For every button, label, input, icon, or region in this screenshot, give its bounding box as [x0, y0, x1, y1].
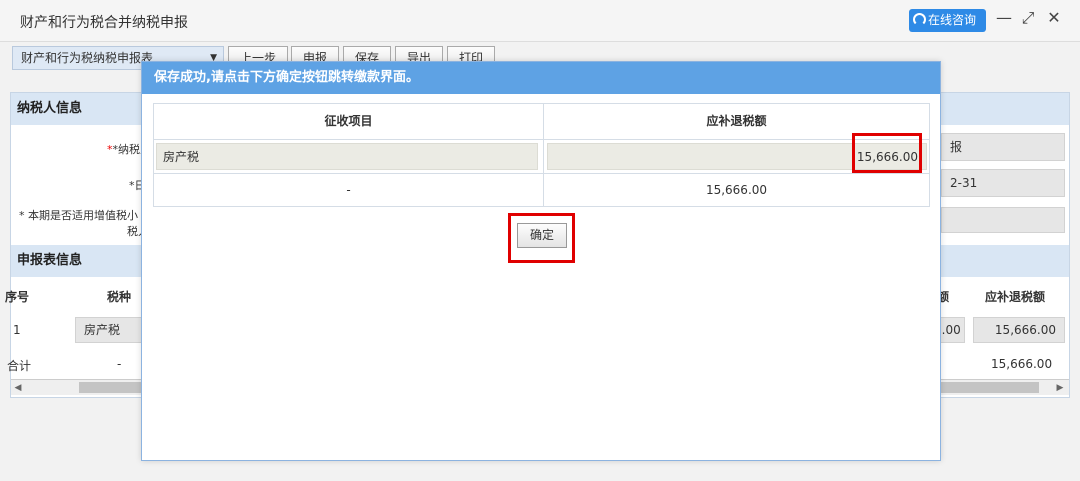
- vat-small-taxpayer-label: * 本期是否适用增值税小: [19, 209, 138, 222]
- confirm-highlight-box: [508, 213, 575, 263]
- form-type-select-value: 财产和行为税纳税申报表: [21, 51, 154, 65]
- column-seq: 序号: [5, 290, 30, 304]
- taxpayer-field: 报: [941, 133, 1065, 161]
- column-tax-type: 税种: [107, 290, 132, 304]
- row1-tax-type: 房产税: [75, 317, 143, 343]
- save-success-dialog: 保存成功,请点击下方确定按钮跳转缴款界面。 征收项目 应补退税额 房产税 15,…: [141, 61, 941, 461]
- column-refund: 应补退税额: [985, 290, 1046, 304]
- amount-highlight-box: [852, 133, 922, 173]
- dialog-row1-item: 房产税: [156, 143, 538, 170]
- dialog-title: 保存成功,请点击下方确定按钮跳转缴款界面。: [142, 62, 940, 94]
- total-tax-type: -: [117, 357, 122, 371]
- table-divider: [154, 139, 929, 140]
- headset-icon: [913, 13, 926, 26]
- maximize-icon[interactable]: ⤢: [1018, 8, 1038, 28]
- date-field: 2-31: [941, 169, 1065, 197]
- window-title: 财产和行为税合并纳税申报: [20, 15, 188, 31]
- row1-seq: 1: [13, 323, 21, 337]
- dialog-total-amount: 15,666.00: [705, 183, 768, 197]
- dialog-column-item: 征收项目: [324, 114, 373, 128]
- minimize-icon[interactable]: —: [994, 8, 1014, 27]
- total-refund: 15,666.00: [991, 357, 1053, 371]
- online-consult-label: 在线咨询: [928, 13, 977, 27]
- close-icon[interactable]: ✕: [1044, 8, 1064, 27]
- vat-field: [941, 207, 1065, 233]
- row1-refund: 15,666.00: [973, 317, 1065, 343]
- online-consult-button[interactable]: 在线咨询: [909, 9, 986, 32]
- dialog-total-item: -: [346, 183, 351, 197]
- window-header: 财产和行为税合并纳税申报 在线咨询 — ⤢ ✕: [0, 0, 1080, 42]
- dialog-summary-table: 征收项目 应补退税额 房产税 15,666.00 - 15,666.00: [153, 103, 930, 207]
- scroll-left-icon[interactable]: ◀: [11, 380, 25, 396]
- total-label: 合计: [7, 359, 32, 373]
- scroll-right-icon[interactable]: ▶: [1053, 380, 1067, 396]
